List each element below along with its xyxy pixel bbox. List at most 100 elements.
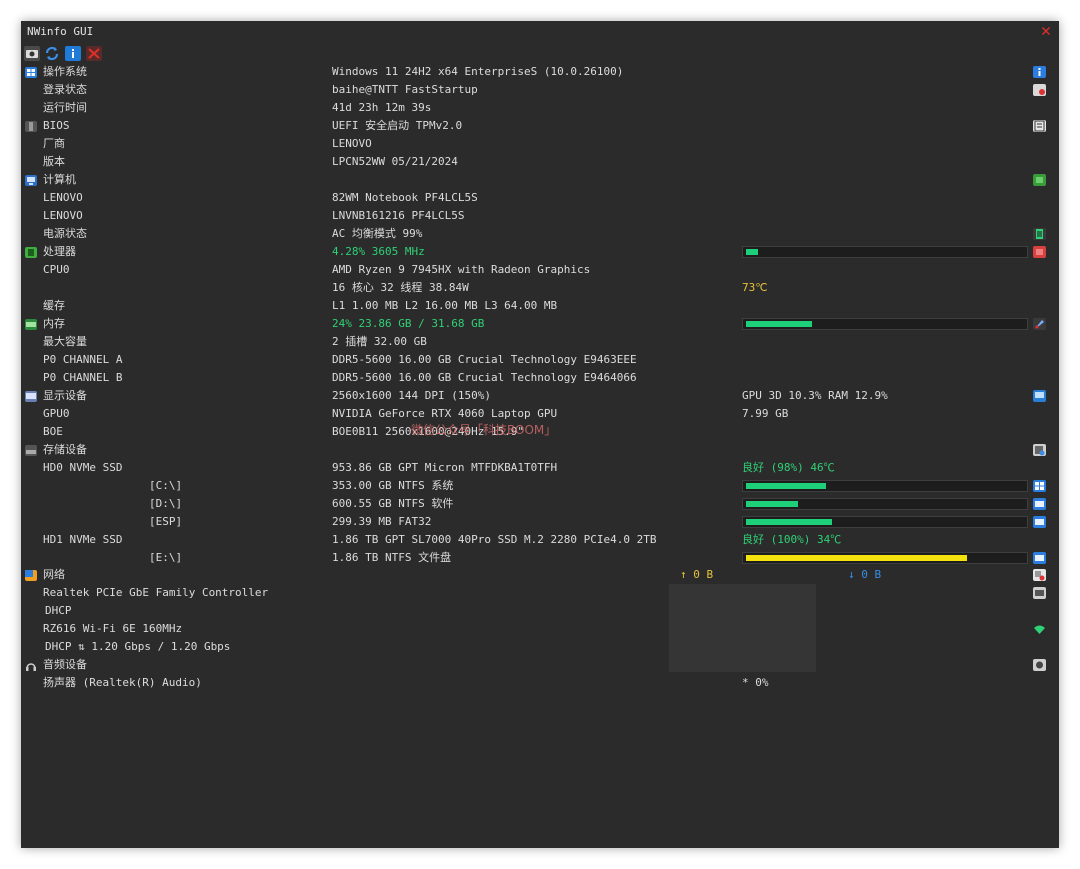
row-value: LPCN52WW 05/21/2024 [332,155,458,168]
row-label: [E:\] [149,551,183,564]
row-label: 存储设备 [43,443,87,456]
row-memory: 内存 24% 23.86 GB / 31.68 GB [21,315,1059,333]
display-icon [25,391,37,402]
gpu-memory: 7.99 GB [742,407,789,420]
row-label: 缓存 [43,299,65,312]
row-audio: 音频设备 [21,656,1059,674]
row-channel-a: P0 CHANNEL A DDR5-5600 16.00 GB Crucial … [21,351,1059,369]
drive-icon[interactable] [1033,498,1046,510]
memory-usage-bar [742,318,1028,330]
row-value: LNVNB161216 PF4LCL5S [332,209,465,222]
stop-icon[interactable] [1033,246,1046,258]
drive-icon[interactable] [1033,516,1046,528]
wifi-icon[interactable] [1033,623,1046,635]
row-dhcp-1: DHCP [21,602,1059,620]
row-label: 扬声器 (Realtek(R) Audio) [43,676,202,689]
refresh-icon[interactable] [44,46,60,61]
volume-level: * 0% [742,676,769,689]
disk-settings-icon[interactable] [1033,444,1046,456]
close-icon[interactable] [86,46,102,61]
row-wifi: RZ616 Wi-Fi 6E 160MHz [21,620,1059,638]
close-window-icon[interactable]: ✕ [1038,23,1054,40]
row-display: 显示设备 2560x1600 144 DPI (150%) GPU 3D 10.… [21,387,1059,405]
row-label: BOE [43,425,63,438]
row-drive-c: [C:\] 353.00 GB NTFS 系统 [21,477,1059,495]
drive-c-usage-fill [746,483,826,489]
row-drive-d: [D:\] 600.55 GB NTFS 软件 [21,495,1059,513]
network-traffic-graph [669,584,816,672]
row-label: [ESP] [149,515,183,528]
row-label: BIOS [43,119,70,132]
row-value: 16 核心 32 线程 38.84W [332,281,469,294]
row-label: P0 CHANNEL B [43,371,123,384]
row-label: 内存 [43,317,65,330]
row-label: 处理器 [43,245,76,258]
network-status-icon[interactable] [1033,569,1046,581]
motherboard-icon[interactable] [1033,174,1046,186]
row-label: HD0 NVMe SSD [43,461,123,474]
cpu-usage-bar [742,246,1028,258]
row-value: 1.86 TB GPT SL7000 40Pro SSD M.2 2280 PC… [332,533,657,546]
drive-esp-usage-fill [746,519,832,525]
row-label: LENOVO [43,209,83,222]
document-icon[interactable] [1033,120,1046,132]
windows-icon[interactable] [1033,480,1046,492]
row-label: 厂商 [43,137,65,150]
memory-icon [25,319,37,330]
row-label: DHCP ⇅ 1.20 Gbps / 1.20 Gbps [45,640,231,653]
drive-d-usage-bar [742,498,1028,510]
row-label: 音频设备 [43,658,87,671]
row-network: 网络 ↑ 0 B ↓ 0 B [21,566,1059,584]
row-value: baihe@TNTT FastStartup [332,83,478,96]
battery-icon[interactable] [1033,228,1046,240]
row-login: 登录状态 baihe@TNTT FastStartup [21,81,1059,99]
drive-e-usage-fill [746,555,967,561]
row-cache: 缓存 L1 1.00 MB L2 16.00 MB L3 64.00 MB [21,297,1059,315]
info-icon[interactable] [1033,66,1046,78]
row-value: L1 1.00 MB L2 16.00 MB L3 64.00 MB [332,299,558,312]
cpu-usage-fill [746,249,758,255]
row-value: AC 均衡模式 99% [332,227,423,240]
row-label: 登录状态 [43,83,87,96]
camera-icon[interactable] [24,46,40,61]
info-icon[interactable] [65,46,81,61]
row-cpu0: CPU0 AMD Ryzen 9 7945HX with Radeon Grap… [21,261,1059,279]
headphones-icon [25,660,37,671]
watermark: 微信公众号「科技BOOM」 [411,423,557,437]
monitor-icon[interactable] [1033,390,1046,402]
row-label: P0 CHANNEL A [43,353,123,366]
row-label: HD1 NVMe SSD [43,533,123,546]
ethernet-icon[interactable] [1033,587,1046,599]
row-label: Realtek PCIe GbE Family Controller [43,586,269,599]
storage-icon [25,445,37,456]
row-value: Windows 11 24H2 x64 EnterpriseS (10.0.26… [332,65,624,78]
row-value: AMD Ryzen 9 7945HX with Radeon Graphics [332,263,591,276]
rocket-icon[interactable] [1033,318,1046,330]
download-speed: ↓ 0 B [848,568,882,581]
row-label: 版本 [43,155,65,168]
row-drive-esp: [ESP] 299.39 MB FAT32 [21,513,1059,531]
row-value: DDR5-5600 16.00 GB Crucial Technology E9… [332,371,637,384]
row-speaker: 扬声器 (Realtek(R) Audio) * 0% [21,674,1059,692]
network-icon [25,570,37,581]
row-version: 版本 LPCN52WW 05/21/2024 [21,153,1059,171]
row-label: 最大容量 [43,335,87,348]
row-value: 299.39 MB FAT32 [332,515,432,528]
upload-speed: ↑ 0 B [680,568,714,581]
row-dhcp-2: DHCP ⇅ 1.20 Gbps / 1.20 Gbps [21,638,1059,656]
row-label: CPU0 [43,263,70,276]
row-value: 4.28% 3605 MHz [332,245,425,258]
row-drive-e: [E:\] 1.86 TB NTFS 文件盘 [21,549,1059,567]
disk-health: 良好 (100%) 34℃ [742,533,842,546]
cpu-temperature: 73℃ [742,281,768,294]
row-lenovo-1: LENOVO 82WM Notebook PF4LCL5S [21,189,1059,207]
row-cpu: 处理器 4.28% 3605 MHz [21,243,1059,261]
row-hd0: HD0 NVMe SSD 953.86 GB GPT Micron MTFDKB… [21,459,1059,477]
row-value: 2560x1600 144 DPI (150%) [332,389,491,402]
drive-icon[interactable] [1033,552,1046,564]
row-label: 计算机 [43,173,76,186]
row-label: LENOVO [43,191,83,204]
user-icon[interactable] [1033,84,1046,96]
row-label: GPU0 [43,407,70,420]
speaker-icon[interactable] [1033,659,1046,671]
